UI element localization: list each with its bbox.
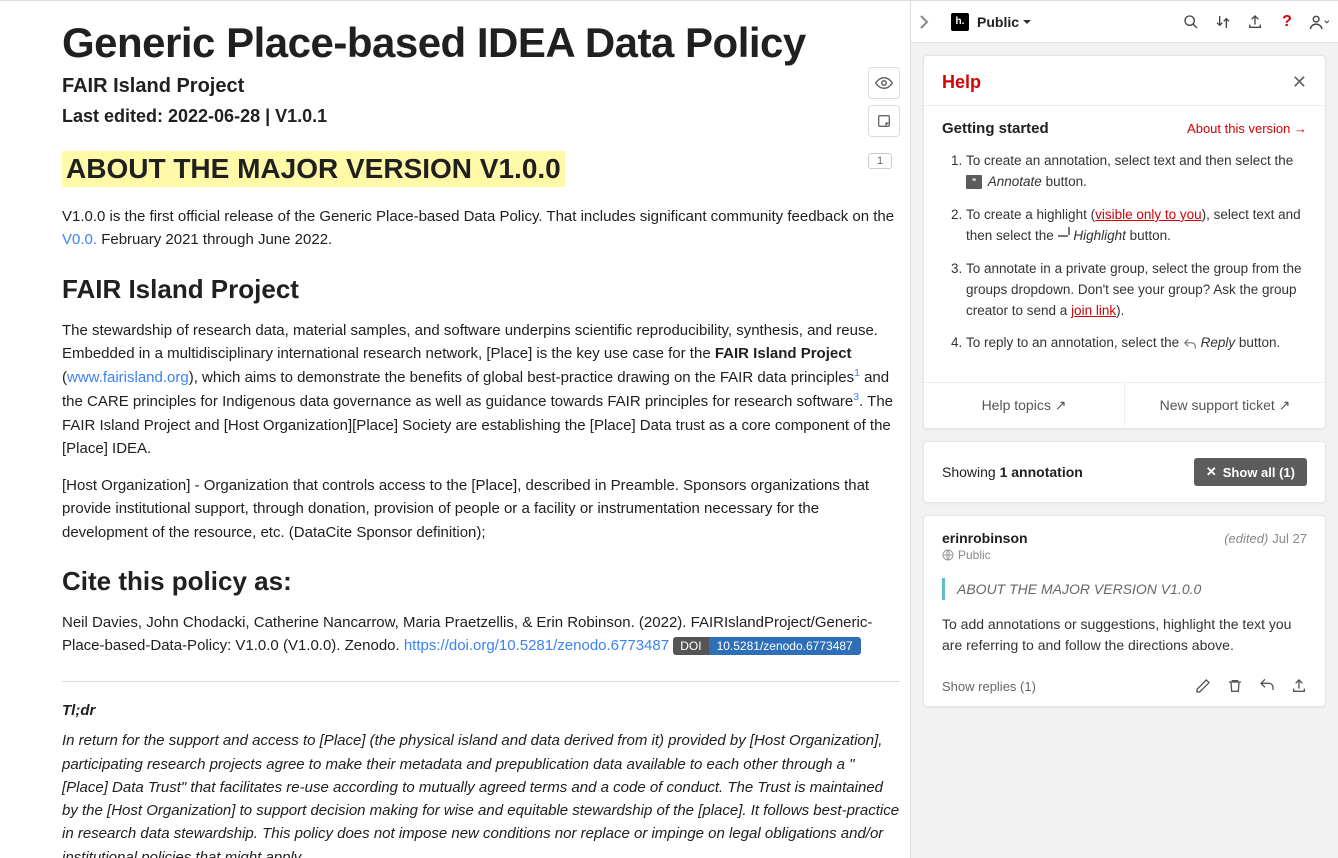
annotation-visibility: Public bbox=[942, 548, 1307, 562]
edit-annotation-button[interactable] bbox=[1195, 678, 1211, 694]
search-icon[interactable] bbox=[1180, 11, 1202, 33]
toggle-visibility-button[interactable] bbox=[868, 67, 900, 99]
visible-only-link[interactable]: visible only to you bbox=[1095, 207, 1202, 222]
list-item: To annotate in a private group, select t… bbox=[966, 259, 1307, 322]
user-menu-icon[interactable] bbox=[1308, 11, 1330, 33]
link-v00[interactable]: V0.0. bbox=[62, 231, 97, 248]
annotation-card[interactable]: erinrobinson (edited)Jul 27 Public ABOUT… bbox=[923, 515, 1326, 707]
getting-started-heading: Getting started bbox=[942, 120, 1049, 137]
heading-major-version[interactable]: ABOUT THE MAJOR VERSION V1.0.0 bbox=[62, 151, 565, 187]
sidebar-toggles bbox=[868, 67, 900, 143]
last-edited: Last edited: 2022-06-28 | V1.0.1 bbox=[62, 106, 900, 127]
heading-fair-island: FAIR Island Project bbox=[62, 274, 900, 305]
group-selector[interactable]: Public bbox=[977, 14, 1032, 30]
about-version-link[interactable]: About this version → bbox=[1187, 121, 1307, 136]
show-replies-link[interactable]: Show replies (1) bbox=[942, 679, 1036, 694]
share-icon[interactable] bbox=[1244, 11, 1266, 33]
tldr-heading: Tl;dr bbox=[62, 702, 900, 719]
globe-icon bbox=[942, 549, 954, 561]
show-all-button[interactable]: ✕Show all (1) bbox=[1194, 458, 1307, 486]
join-link[interactable]: join link bbox=[1071, 303, 1116, 318]
sort-icon[interactable] bbox=[1212, 11, 1234, 33]
close-help-button[interactable]: ✕ bbox=[1292, 72, 1307, 93]
hypothesis-logo-icon: h. bbox=[951, 13, 969, 31]
delete-annotation-button[interactable] bbox=[1227, 678, 1243, 694]
new-support-ticket-link[interactable]: New support ticket ↗ bbox=[1125, 383, 1325, 428]
share-annotation-button[interactable] bbox=[1291, 678, 1307, 694]
close-icon: ✕ bbox=[1206, 464, 1217, 480]
sidebar-topbar: h. Public ? bbox=[911, 1, 1338, 43]
doi-badge[interactable]: DOI10.5281/zenodo.6773487 bbox=[673, 637, 860, 656]
reply-annotation-button[interactable] bbox=[1259, 678, 1275, 694]
help-topics-link[interactable]: Help topics ↗ bbox=[924, 383, 1125, 428]
annotation-author[interactable]: erinrobinson bbox=[942, 530, 1028, 546]
annotate-mini-icon: ❝ bbox=[966, 175, 982, 189]
annotation-quote: ABOUT THE MAJOR VERSION V1.0.0 bbox=[942, 578, 1307, 600]
divider bbox=[62, 681, 900, 682]
reply-mini-icon bbox=[1183, 338, 1197, 350]
fair-paragraph: The stewardship of research data, materi… bbox=[62, 319, 900, 461]
page-title: Generic Place-based IDEA Data Policy bbox=[62, 19, 900, 67]
annotation-body: To add annotations or suggestions, highl… bbox=[942, 614, 1307, 656]
link-doi[interactable]: https://doi.org/10.5281/zenodo.6773487 bbox=[404, 637, 669, 654]
annotation-date: (edited)Jul 27 bbox=[1224, 531, 1307, 546]
help-title: Help bbox=[942, 72, 981, 93]
help-steps-list: To create an annotation, select text and… bbox=[924, 147, 1325, 383]
host-org-paragraph: [Host Organization] - Organization that … bbox=[62, 474, 900, 544]
document-pane: Generic Place-based IDEA Data Policy FAI… bbox=[0, 1, 900, 858]
list-item: To create a highlight (visible only to y… bbox=[966, 205, 1307, 247]
link-fairisland[interactable]: www.fairisland.org bbox=[67, 369, 189, 386]
annotation-count-badge[interactable]: 1 bbox=[868, 153, 892, 169]
annotation-sidebar: h. Public ? Help ✕ Getting started About… bbox=[910, 1, 1338, 858]
collapse-sidebar-button[interactable] bbox=[919, 15, 943, 29]
toggle-notes-button[interactable] bbox=[868, 105, 900, 137]
showing-bar: Showing 1 annotation ✕Show all (1) bbox=[923, 441, 1326, 503]
citation-paragraph: Neil Davies, John Chodacki, Catherine Na… bbox=[62, 611, 900, 658]
help-icon[interactable]: ? bbox=[1276, 11, 1298, 33]
list-item: To create an annotation, select text and… bbox=[966, 151, 1307, 193]
subtitle: FAIR Island Project bbox=[62, 75, 900, 98]
help-panel: Help ✕ Getting started About this versio… bbox=[923, 55, 1326, 429]
tldr-body: In return for the support and access to … bbox=[62, 729, 900, 858]
intro-paragraph: V1.0.0 is the first official release of … bbox=[62, 205, 900, 252]
showing-text: Showing 1 annotation bbox=[942, 464, 1083, 480]
highlight-mini-icon bbox=[1058, 235, 1068, 237]
heading-cite: Cite this policy as: bbox=[62, 566, 900, 597]
list-item: To reply to an annotation, select the Re… bbox=[966, 333, 1307, 354]
